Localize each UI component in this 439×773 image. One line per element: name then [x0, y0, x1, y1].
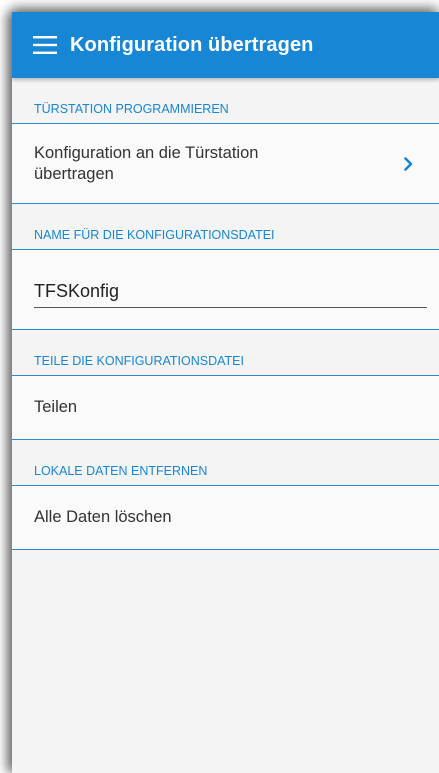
transfer-config-item[interactable]: Konfiguration an die Türstation übertrag… — [12, 124, 439, 204]
hamburger-menu-icon — [33, 36, 57, 54]
share-item[interactable]: Teilen — [12, 376, 439, 440]
delete-all-data-item[interactable]: Alle Daten löschen — [12, 486, 439, 550]
section-header-filename: NAME FÜR DIE KONFIGURATIONSDATEI — [12, 204, 439, 250]
chevron-right-icon — [404, 156, 413, 171]
config-filename-input[interactable] — [34, 277, 427, 308]
menu-button[interactable] — [20, 12, 70, 78]
transfer-config-label: Konfiguration an die Türstation übertrag… — [34, 143, 259, 183]
filename-row — [12, 250, 439, 330]
section-header-local-data: LOKALE DATEN ENTFERNEN — [12, 440, 439, 486]
page-title: Konfiguration übertragen — [70, 33, 314, 56]
section-header-program: TÜRSTATION PROGRAMMIEREN — [12, 78, 439, 124]
app-bar: Konfiguration übertragen — [12, 12, 439, 78]
app-screen: Konfiguration übertragen TÜRSTATION PROG… — [12, 12, 439, 773]
section-header-share: TEILE DIE KONFIGURATIONSDATEI — [12, 330, 439, 376]
delete-all-data-label: Alle Daten löschen — [34, 508, 172, 526]
share-label: Teilen — [34, 398, 78, 416]
